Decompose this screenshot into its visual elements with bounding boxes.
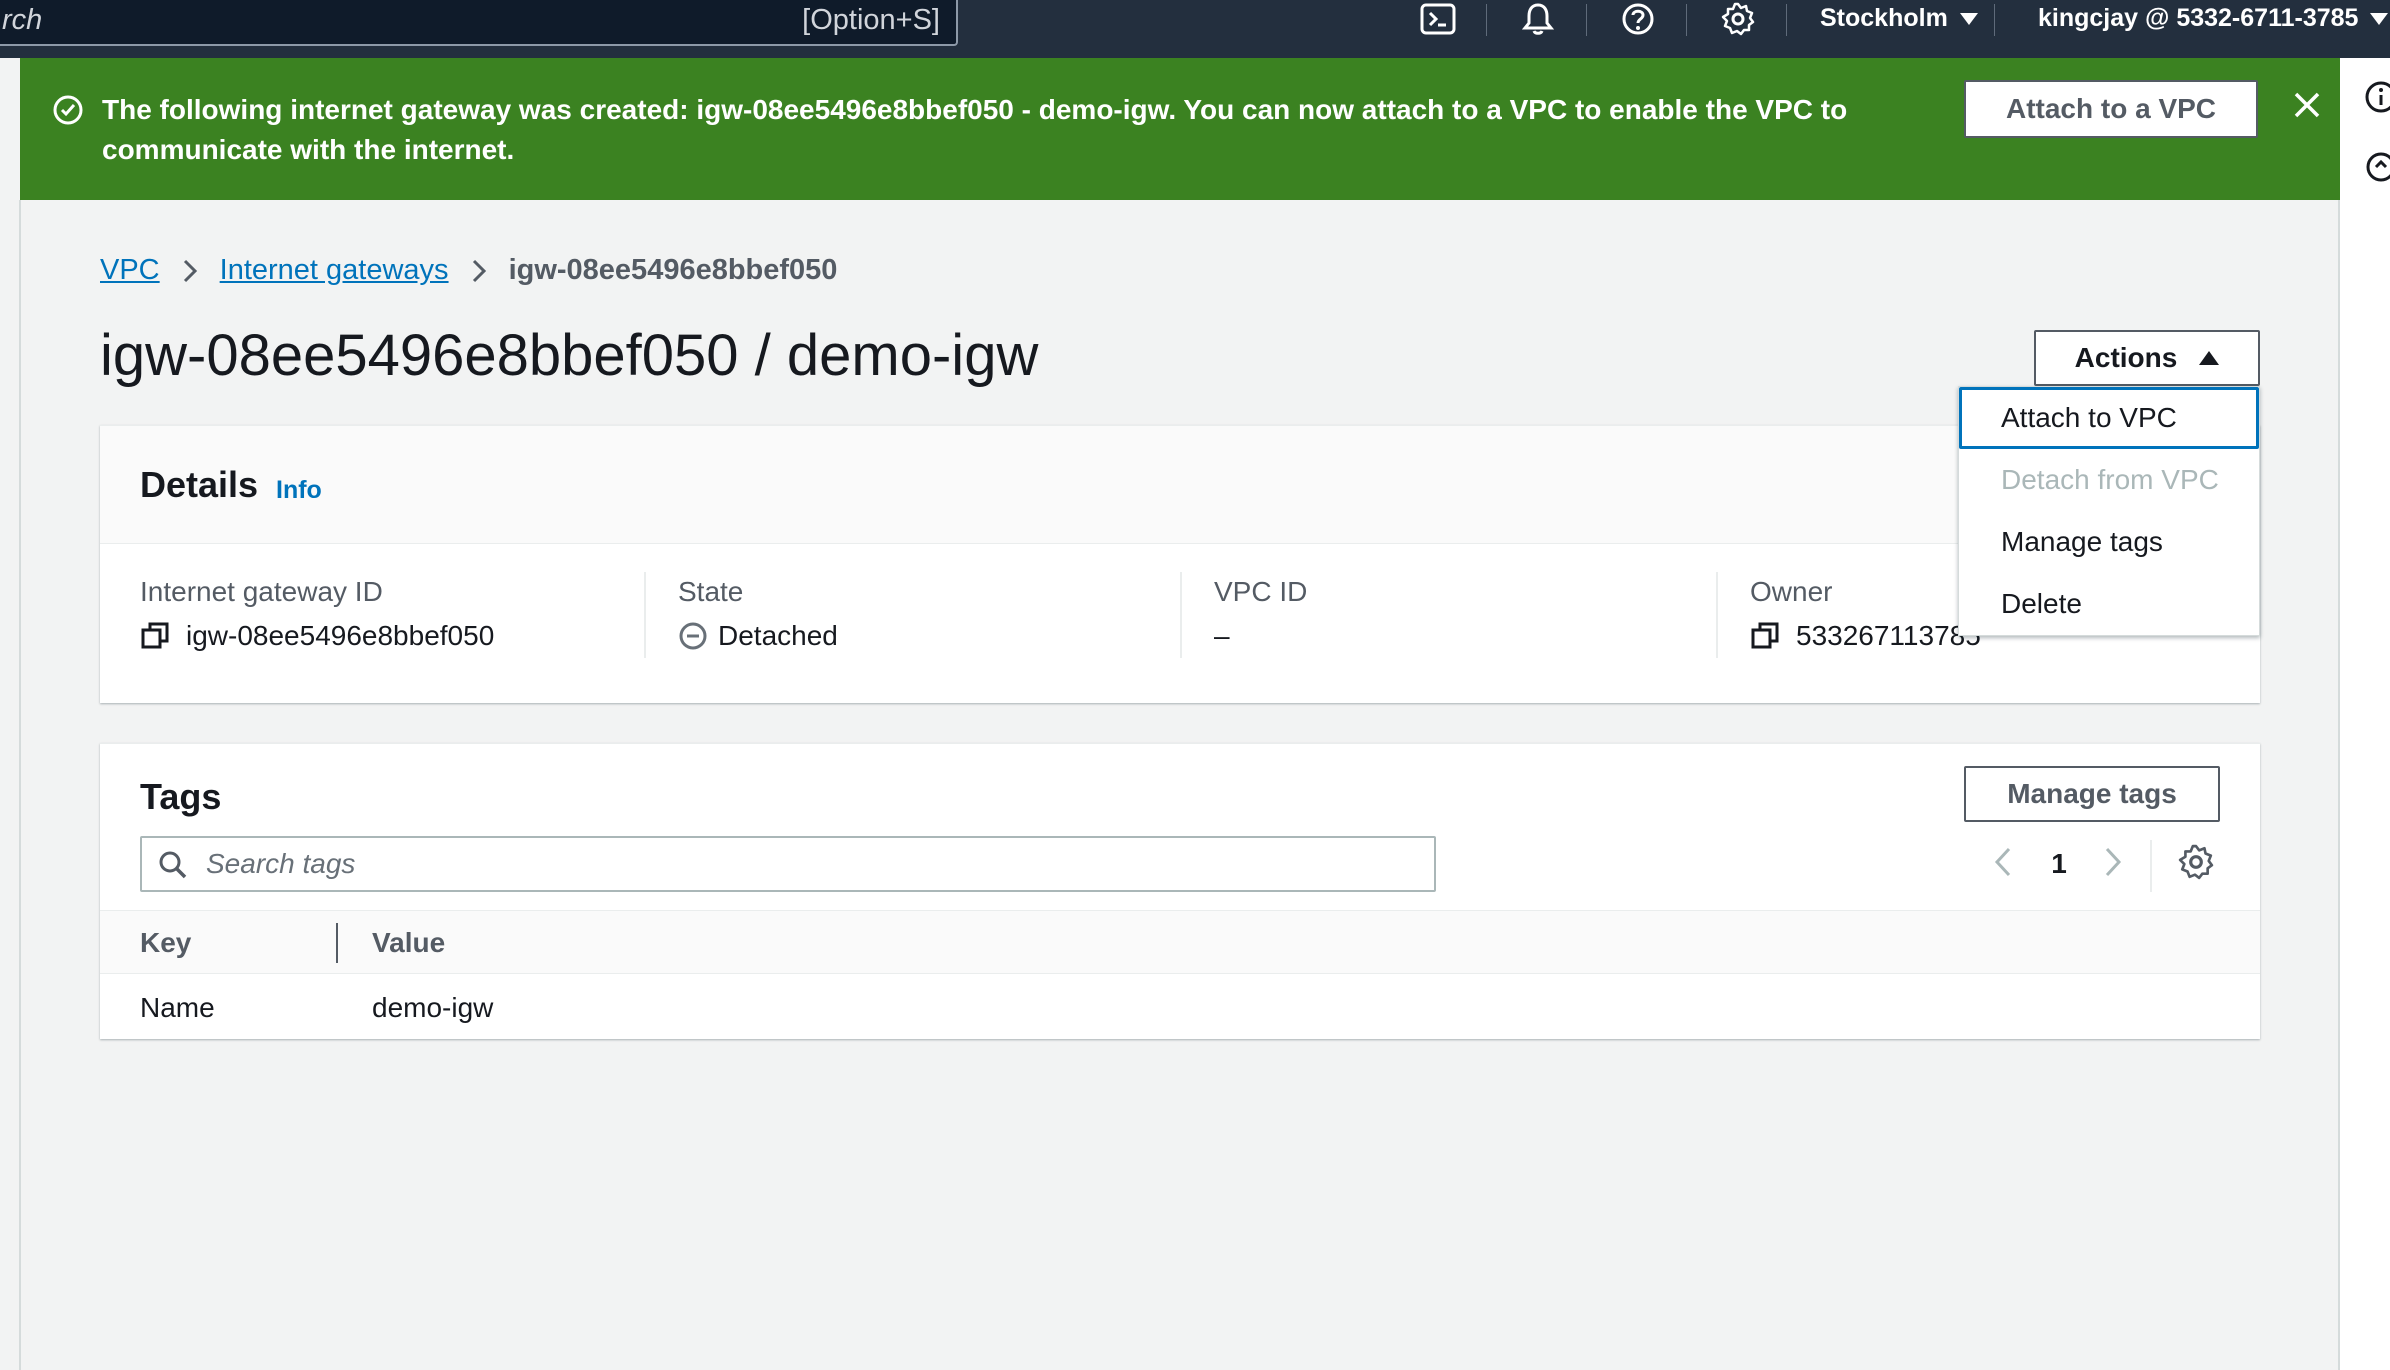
help-icon[interactable]	[1608, 0, 1668, 38]
manage-tags-button[interactable]: Manage tags	[1964, 766, 2220, 822]
cell-value: demo-igw	[372, 992, 494, 1023]
close-icon[interactable]	[2292, 90, 2322, 125]
pagination-page[interactable]: 1	[2044, 844, 2074, 884]
field-internet-gateway-id: Internet gateway ID igw-08ee5496e8bbef05…	[140, 576, 494, 652]
top-navigation: rch [Option+S] Stockholm kingcjay @ 5332…	[0, 0, 2390, 58]
actions-menu: Attach to VPC Detach from VPC Manage tag…	[1958, 386, 2260, 636]
breadcrumb-link-internet-gateways[interactable]: Internet gateways	[220, 254, 449, 287]
field-label: Owner	[1750, 576, 1833, 607]
table-preferences[interactable]	[2176, 844, 2216, 884]
copy-icon[interactable]	[1750, 621, 1780, 651]
field-value: 533267113785	[1796, 620, 1981, 651]
gear-icon	[2178, 844, 2214, 885]
field-value: –	[1214, 620, 1230, 651]
menu-item-attach-to-vpc[interactable]: Attach to VPC	[1959, 387, 2259, 449]
chevron-left-icon	[1994, 846, 2012, 883]
region-label: Stockholm	[1820, 4, 1948, 32]
content-left-border	[19, 200, 21, 1370]
search-placeholder: rch	[2, 4, 43, 36]
field-state: State Detached	[678, 576, 838, 652]
breadcrumb: VPC Internet gateways igw-08ee5496e8bbef…	[100, 254, 837, 287]
success-check-icon	[52, 94, 84, 131]
pagination-next[interactable]	[2098, 844, 2128, 884]
details-container: Details Info Internet gateway ID igw-08e…	[100, 425, 2260, 703]
account-label: kingcjay @ 5332-6711-3785	[2038, 4, 2359, 32]
cell-key: Name	[140, 992, 215, 1023]
column-header-key[interactable]: Key	[140, 927, 191, 959]
field-label: State	[678, 576, 744, 607]
pagination-prev[interactable]	[1988, 844, 2018, 884]
table-row: Name demo-igw	[100, 974, 2260, 1040]
chevron-down-icon	[2370, 13, 2389, 26]
feedback-icon[interactable]	[2364, 150, 2390, 189]
global-search-input[interactable]: rch [Option+S]	[0, 0, 958, 46]
search-icon	[158, 850, 188, 885]
field-owner: Owner 533267113785	[1750, 576, 1981, 652]
caret-up-icon	[2199, 351, 2220, 365]
details-header: Details Info	[100, 426, 2260, 544]
stopped-status-icon	[678, 621, 708, 651]
chevron-right-icon	[182, 258, 198, 284]
bell-icon[interactable]	[1508, 0, 1568, 38]
field-value: igw-08ee5496e8bbef050	[186, 620, 495, 651]
page-title: igw-08ee5496e8bbef050 / demo-igw	[100, 323, 1039, 388]
copy-icon[interactable]	[140, 621, 170, 651]
field-label: VPC ID	[1214, 576, 1308, 607]
search-shortcut: [Option+S]	[802, 4, 940, 36]
attach-to-vpc-button[interactable]: Attach to a VPC	[1964, 80, 2258, 138]
column-resizer[interactable]	[336, 923, 338, 963]
flash-message: The following internet gateway was creat…	[102, 94, 1848, 165]
tags-container: Tags Manage tags 1 Key Value Name demo-i…	[100, 743, 2260, 1039]
breadcrumb-current: igw-08ee5496e8bbef050	[508, 254, 838, 286]
cloudshell-icon[interactable]	[1408, 0, 1468, 38]
menu-item-delete[interactable]: Delete	[1959, 573, 2259, 635]
success-flash-banner: The following internet gateway was creat…	[20, 58, 2340, 200]
info-icon[interactable]	[2364, 80, 2390, 119]
field-vpc-id: VPC ID –	[1214, 576, 1307, 652]
table-header: Key Value	[100, 910, 2260, 974]
menu-item-detach-from-vpc: Detach from VPC	[2001, 464, 2219, 495]
chevron-down-icon	[1959, 13, 1978, 26]
region-selector[interactable]: Stockholm	[1820, 4, 1978, 33]
gear-icon[interactable]	[1708, 0, 1768, 38]
field-value: Detached	[718, 620, 838, 651]
field-label: Internet gateway ID	[140, 576, 383, 607]
column-header-value[interactable]: Value	[372, 927, 445, 959]
chevron-right-icon	[471, 258, 487, 284]
actions-button[interactable]: Actions	[2034, 330, 2260, 386]
tag-search-box	[140, 836, 1436, 892]
chevron-right-icon	[2104, 846, 2122, 883]
tag-search-input[interactable]	[206, 844, 1406, 884]
details-title: Details	[140, 464, 259, 505]
breadcrumb-link-vpc[interactable]: VPC	[100, 254, 160, 287]
account-menu[interactable]: kingcjay @ 5332-6711-3785	[2038, 4, 2389, 33]
actions-label: Actions	[2074, 342, 2178, 373]
info-link[interactable]: Info	[276, 476, 322, 505]
tags-title: Tags	[140, 776, 222, 817]
side-tools-panel	[2338, 58, 2390, 1370]
menu-item-manage-tags[interactable]: Manage tags	[1959, 511, 2259, 573]
